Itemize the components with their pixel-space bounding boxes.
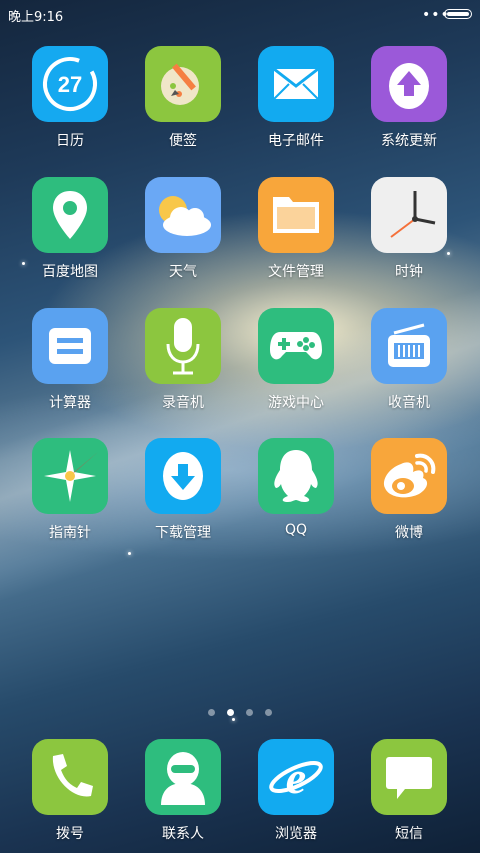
mail-icon [258, 46, 334, 122]
app-label: 拨号 [56, 826, 84, 842]
app-label: QQ [284, 522, 308, 538]
page-dot[interactable] [265, 709, 272, 716]
notes-icon [145, 46, 221, 122]
gamepad-icon [258, 308, 334, 384]
app-notes[interactable]: 便签 [127, 46, 239, 150]
clock-icon [371, 177, 447, 253]
app-label: 电子邮件 [268, 133, 324, 149]
app-label: 百度地图 [42, 264, 98, 280]
app-label: 指南针 [49, 525, 91, 541]
app-email[interactable]: 电子邮件 [240, 46, 352, 150]
message-icon [371, 739, 447, 815]
app-clock[interactable]: 时钟 [353, 177, 465, 281]
app-label: 联系人 [162, 826, 204, 842]
page-indicator[interactable] [0, 701, 480, 720]
page-dot-active[interactable] [227, 709, 234, 716]
app-label: 游戏中心 [268, 395, 324, 411]
app-radio[interactable]: 收音机 [353, 308, 465, 412]
app-label: 计算器 [49, 395, 91, 411]
map-pin-icon [32, 177, 108, 253]
status-bar: 晚上9:16 ••• [0, 0, 480, 28]
app-label: 下载管理 [155, 525, 211, 541]
app-downloads[interactable]: 下载管理 [127, 438, 239, 542]
app-weibo[interactable]: 微博 [353, 438, 465, 542]
dock-browser[interactable]: e 浏览器 [240, 739, 352, 843]
app-qq[interactable]: QQ [240, 438, 352, 538]
status-time: 晚上9:16 [8, 10, 64, 25]
radio-icon [371, 308, 447, 384]
svg-text:e: e [286, 752, 306, 803]
folder-icon [258, 177, 334, 253]
app-system-update[interactable]: 系统更新 [353, 46, 465, 150]
contacts-icon [145, 739, 221, 815]
page-dot[interactable] [246, 709, 253, 716]
app-label: 录音机 [162, 395, 204, 411]
app-maps[interactable]: 百度地图 [14, 177, 126, 281]
app-file-manager[interactable]: 文件管理 [240, 177, 352, 281]
app-label: 短信 [395, 826, 423, 842]
app-weather[interactable]: 天气 [127, 177, 239, 281]
app-label: 收音机 [388, 395, 430, 411]
calculator-icon [32, 308, 108, 384]
compass-icon [32, 438, 108, 514]
weather-icon [145, 177, 221, 253]
app-label: 系统更新 [381, 133, 437, 149]
microphone-icon [145, 308, 221, 384]
download-icon [145, 438, 221, 514]
app-label: 浏览器 [275, 826, 317, 842]
dock-messages[interactable]: 短信 [353, 739, 465, 843]
app-game-center[interactable]: 游戏中心 [240, 308, 352, 412]
app-label: 微博 [395, 525, 423, 541]
calendar-icon: 27 [32, 46, 108, 122]
app-label: 天气 [169, 264, 197, 280]
star [128, 552, 131, 555]
app-compass[interactable]: 指南针 [14, 438, 126, 542]
dock-dialer[interactable]: 拨号 [14, 739, 126, 843]
app-recorder[interactable]: 录音机 [127, 308, 239, 412]
app-label: 日历 [56, 133, 84, 149]
battery-icon [444, 9, 472, 19]
svg-text:27: 27 [58, 72, 82, 97]
dock-contacts[interactable]: 联系人 [127, 739, 239, 843]
update-icon [371, 46, 447, 122]
app-calculator[interactable]: 计算器 [14, 308, 126, 412]
app-label: 时钟 [395, 264, 423, 280]
qq-penguin-icon [258, 438, 334, 514]
app-label: 便签 [169, 133, 197, 149]
browser-icon: e [258, 739, 334, 815]
page-dot[interactable] [208, 709, 215, 716]
phone-icon [32, 739, 108, 815]
app-label: 文件管理 [268, 264, 324, 280]
weibo-icon [371, 438, 447, 514]
app-calendar[interactable]: 27 日历 [14, 46, 126, 150]
